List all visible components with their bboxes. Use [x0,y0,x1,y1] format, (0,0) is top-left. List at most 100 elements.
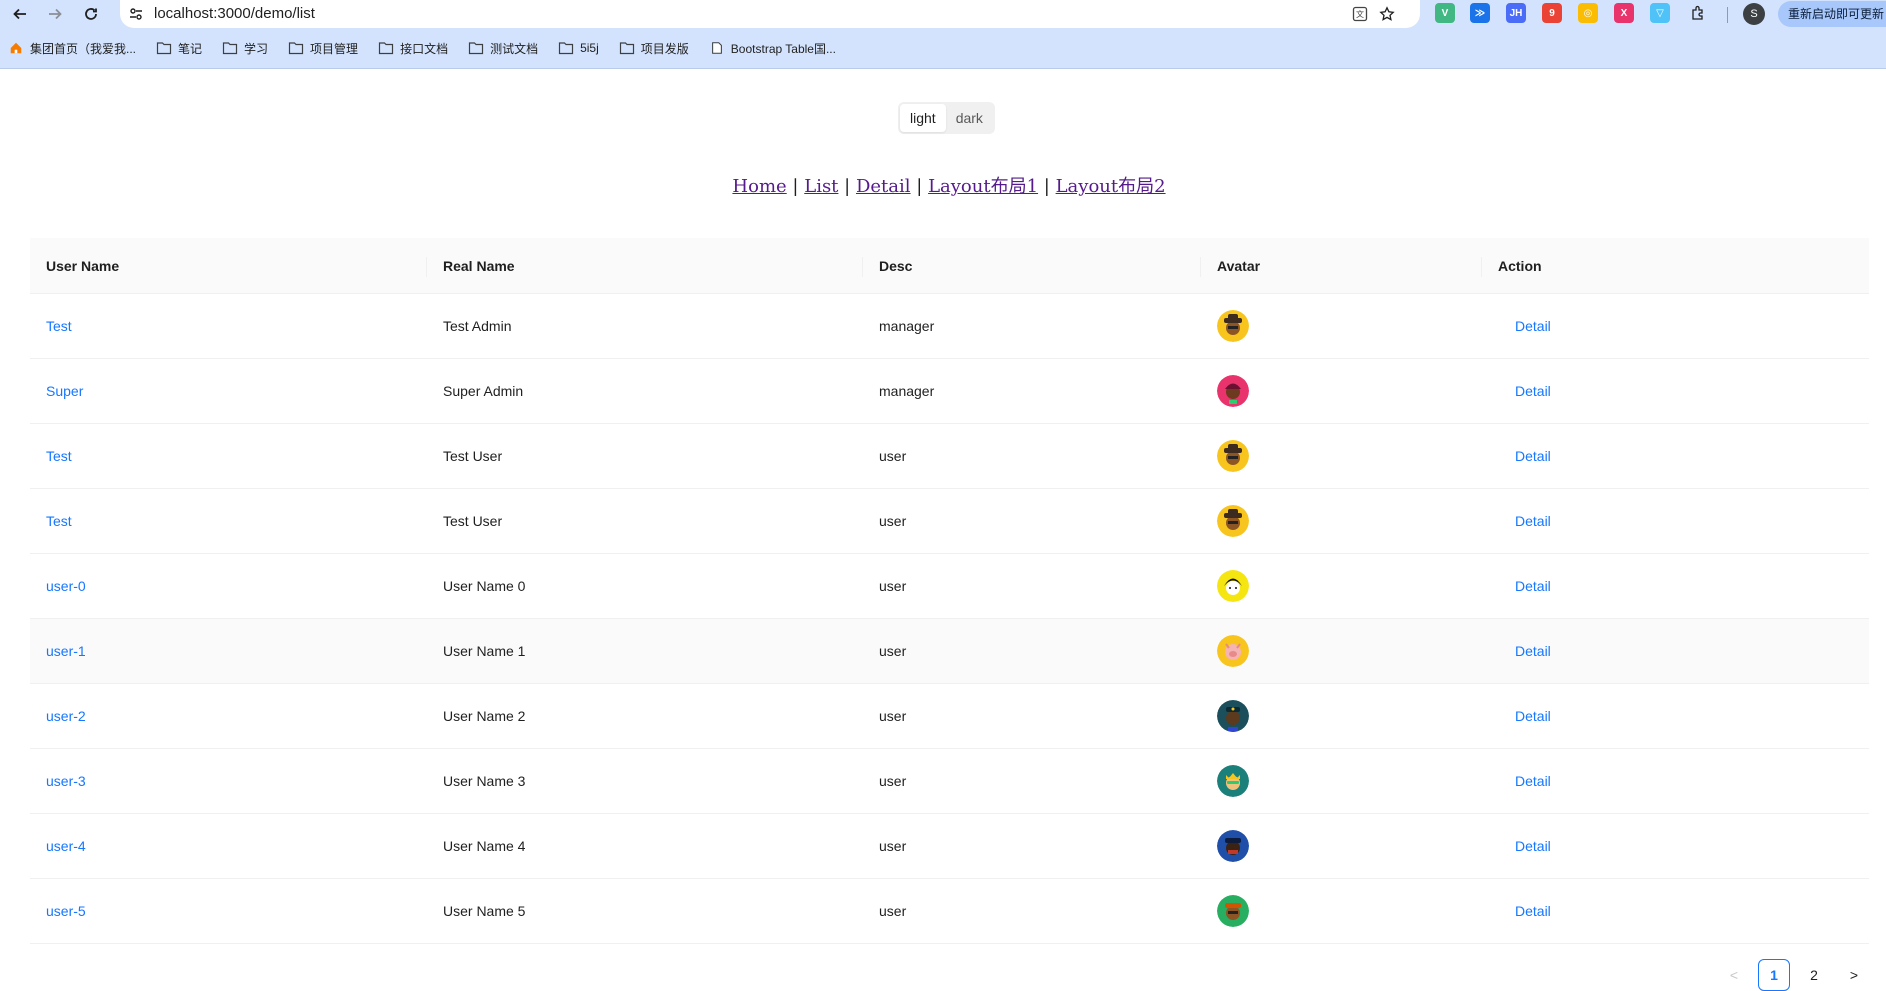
extensions-puzzle-icon[interactable] [1688,3,1708,23]
reload-button[interactable] [79,2,103,26]
bookmark-home[interactable]: 集团首页（我爱我... [8,40,136,57]
folder-icon [619,41,635,55]
bookmark-folder-project[interactable]: 项目管理 [288,40,358,57]
table-body: Test Test Admin manager Detail Super Super Ad… [30,294,1869,944]
site-info-icon[interactable] [126,4,146,24]
address-bar[interactable]: localhost:3000/demo/list 文 [120,0,1420,28]
bookmark-folder-notes[interactable]: 笔记 [156,40,202,57]
username-link[interactable]: user-2 [46,708,86,724]
column-header-avatar[interactable]: Avatar [1217,238,1260,293]
table-row: Test Test User user Detail [30,424,1869,489]
detail-link[interactable]: Detail [1515,513,1551,529]
bookmark-label: 测试文档 [490,41,539,56]
hat-yellow-avatar [1217,505,1249,537]
realname-cell: User Name 3 [443,773,526,789]
folder-icon [222,41,238,55]
desc-cell: user [879,708,907,724]
browser-toolbar: localhost:3000/demo/list 文 V ≫ JH 9 ◎ X … [0,0,1886,28]
url-text[interactable]: localhost:3000/demo/list [154,4,315,24]
column-header-username[interactable]: User Name [46,238,119,293]
column-header-realname[interactable]: Real Name [443,238,515,293]
vue-icon[interactable]: V [1435,3,1455,23]
bookmark-bootstrap-table[interactable]: Bootstrap Table国... [709,40,836,57]
username-link[interactable]: user-3 [46,773,86,789]
apps-icon[interactable]: 9 [1542,3,1562,23]
detail-link[interactable]: Detail [1515,383,1551,399]
theme-light-option[interactable]: light [900,104,946,132]
username-link[interactable]: user-5 [46,903,86,919]
nav-separator: | [1043,176,1050,197]
column-header-desc[interactable]: Desc [879,238,912,293]
realname-cell: User Name 0 [443,578,526,594]
pagination-prev-button[interactable]: < [1718,959,1750,991]
bookmarks-bar: 集团首页（我爱我... 笔记 学习 项目管理 接口文档 测试文档 5i5j 项目… [0,28,1886,69]
column-header-action[interactable]: Action [1498,238,1542,293]
nav-separator: | [916,176,923,197]
username-link[interactable]: Test [46,448,72,464]
realname-cell: Test Admin [443,318,512,334]
desc-cell: user [879,578,907,594]
pagination-page-1[interactable]: 1 [1758,959,1790,991]
detail-link[interactable]: Detail [1515,708,1551,724]
folder-icon [468,41,484,55]
column-divider [1200,257,1201,277]
page-icon [709,41,725,55]
pagination-page-2[interactable]: 2 [1798,959,1830,991]
bookmark-label: 5i5j [580,41,599,55]
translate-ext-icon[interactable]: X [1614,3,1634,23]
police-avatar [1217,700,1249,732]
profile-avatar[interactable]: S [1743,3,1765,25]
bookmark-folder-5i5j[interactable]: 5i5j [558,41,599,55]
nav-home-link[interactable]: Home [732,176,786,197]
folder-icon [378,41,394,55]
desc-cell: user [879,903,907,919]
download-icon[interactable]: ≫ [1470,3,1490,23]
nav-layout2-link[interactable]: Layout布局2 [1056,176,1166,197]
desc-cell: user [879,838,907,854]
chrome-icon[interactable]: ◎ [1578,3,1598,23]
desc-cell: manager [879,318,935,334]
pagination-next-button[interactable]: > [1838,959,1870,991]
detail-link[interactable]: Detail [1515,903,1551,919]
realname-cell: Super Admin [443,383,524,399]
username-link[interactable]: user-4 [46,838,86,854]
realname-cell: User Name 5 [443,903,526,919]
desc-cell: manager [879,383,935,399]
username-link[interactable]: Test [46,318,72,334]
bookmark-folder-release[interactable]: 项目发版 [619,40,689,57]
detail-link[interactable]: Detail [1515,578,1551,594]
jh-icon[interactable]: JH [1506,3,1526,23]
nav-list-link[interactable]: List [804,176,838,197]
bookmark-folder-study[interactable]: 学习 [222,40,268,57]
translate-icon[interactable]: 文 [1350,4,1370,24]
theme-dark-option[interactable]: dark [946,104,993,132]
username-link[interactable]: Super [46,383,83,399]
username-link[interactable]: user-0 [46,578,86,594]
update-button[interactable]: 重新启动即可更新 [1778,1,1886,27]
bookmark-folder-api[interactable]: 接口文档 [378,40,448,57]
folder-icon [288,41,304,55]
detail-link[interactable]: Detail [1515,773,1551,789]
nav-layout1-link[interactable]: Layout布局1 [928,176,1038,197]
detail-link[interactable]: Detail [1515,838,1551,854]
hat-yellow-avatar [1217,440,1249,472]
toolbar-divider [1727,7,1728,23]
realname-cell: Test User [443,448,503,464]
desc-cell: user [879,513,907,529]
pig-avatar [1217,635,1249,667]
blue-cap-avatar [1217,830,1249,862]
bookmark-folder-test[interactable]: 测试文档 [468,40,538,57]
hat-yellow-avatar [1217,310,1249,342]
forward-button[interactable] [43,2,67,26]
filter-icon[interactable]: ▽ [1650,3,1670,23]
detail-link[interactable]: Detail [1515,448,1551,464]
detail-link[interactable]: Detail [1515,318,1551,334]
username-link[interactable]: user-1 [46,643,86,659]
nav-detail-link[interactable]: Detail [856,176,911,197]
detail-link[interactable]: Detail [1515,643,1551,659]
back-button[interactable] [8,2,32,26]
star-icon[interactable] [1377,4,1397,24]
bookmark-label: 集团首页（我爱我... [30,41,137,56]
username-link[interactable]: Test [46,513,72,529]
table-row: user-2 User Name 2 user Detail [30,684,1869,749]
